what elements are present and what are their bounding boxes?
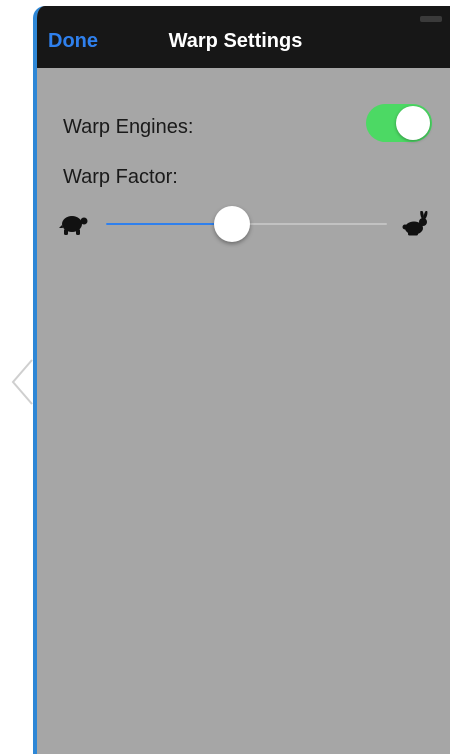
page-title: Warp Settings [168, 30, 303, 52]
settings-popover: Done Warp Settings Warp Engines: Warp Fa… [33, 6, 450, 754]
rabbit-icon [402, 211, 428, 236]
warp-engines-toggle[interactable] [366, 104, 432, 142]
turtle-icon [59, 216, 88, 235]
toggle-knob [396, 106, 430, 140]
navigation-bar: Done Warp Settings [37, 6, 450, 68]
screen: Done Warp Settings Warp Engines: Warp Fa… [0, 0, 450, 754]
warp-factor-slider[interactable] [106, 206, 387, 242]
slider-thumb[interactable] [214, 206, 251, 242]
warp-engines-label: Warp Engines: [63, 116, 194, 138]
warp-factor-label: Warp Factor: [63, 166, 178, 188]
battery-icon [420, 16, 442, 22]
